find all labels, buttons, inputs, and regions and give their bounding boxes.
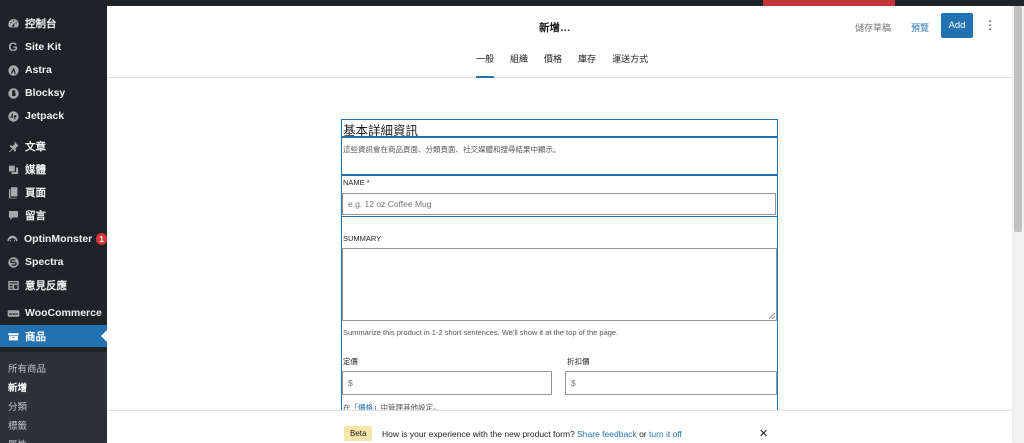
- preview-button[interactable]: 預覽: [911, 21, 929, 34]
- sidebar-item-label: 意見反應: [25, 279, 67, 292]
- name-label: NAME *: [343, 178, 370, 187]
- summary-help-text: Summarize this product in 1-2 short sent…: [343, 328, 619, 337]
- spectra-icon: [6, 255, 20, 269]
- page-icon: [6, 185, 20, 199]
- sidebar-item-feedback[interactable]: 意見反應: [0, 274, 107, 296]
- sidebar-item-label: 頁面: [25, 186, 46, 199]
- sidebar-item-comments[interactable]: 留言: [0, 204, 107, 226]
- regular-price-input[interactable]: $: [342, 371, 552, 395]
- media-icon: [6, 162, 20, 176]
- optinmonster-icon: [6, 232, 19, 246]
- more-options-icon[interactable]: ⋮: [984, 17, 996, 33]
- product-name-input[interactable]: [342, 193, 776, 215]
- tab-shipping[interactable]: 運送方式: [612, 52, 648, 78]
- sidebar-item-label: Blocksy: [25, 87, 66, 99]
- sidebar-item-optinmonster[interactable]: OptinMonster 1: [0, 228, 107, 250]
- google-g-icon: G: [8, 40, 18, 54]
- comment-icon: [6, 208, 20, 222]
- sidebar-item-posts[interactable]: 文章: [0, 135, 107, 157]
- jetpack-icon: [6, 109, 20, 123]
- submenu-item-attributes[interactable]: 屬性: [8, 437, 27, 443]
- sale-price-label: 折扣價: [567, 357, 590, 366]
- tab-pricing[interactable]: 價格: [544, 52, 562, 78]
- sidebar-item-label: Spectra: [25, 256, 64, 268]
- summary-label: SUMMARY: [343, 234, 382, 243]
- basic-details-section: 基本詳細資訊 這些資訊會在商品頁面、分類頁面、社交媒體和搜尋結果中顯示。 NAM…: [341, 119, 778, 419]
- add-button[interactable]: Add: [941, 13, 973, 38]
- section-title: 基本詳細資訊: [343, 124, 419, 138]
- sidebar-item-label: WooCommerce: [25, 307, 102, 319]
- products-icon: [6, 329, 20, 343]
- sidebar-item-woocommerce[interactable]: woo WooCommerce: [0, 302, 107, 324]
- notice-or: or: [639, 429, 647, 439]
- products-submenu: 所有商品 新增 分類 標籤 屬性: [0, 352, 107, 443]
- sidebar-item-spectra[interactable]: Spectra: [0, 251, 107, 273]
- woo-icon: woo: [6, 306, 20, 320]
- sidebar-item-label: 商品: [25, 330, 46, 343]
- submenu-item-add-new[interactable]: 新增: [8, 380, 27, 394]
- sale-price-input[interactable]: $: [565, 371, 777, 395]
- submenu-item-categories[interactable]: 分類: [8, 399, 27, 413]
- active-indicator: [101, 330, 107, 342]
- sidebar-item-label: 媒體: [25, 163, 46, 176]
- astra-icon: [6, 63, 20, 77]
- resize-handle-icon[interactable]: [769, 313, 775, 319]
- product-tabs: 一般 組織 價格 庫存 運送方式: [476, 52, 664, 78]
- sidebar-item-label: 留言: [25, 209, 46, 222]
- sidebar-item-label: 文章: [25, 140, 46, 153]
- currency-symbol: $: [571, 378, 576, 388]
- sidebar-item-blocksy[interactable]: Blocksy: [0, 82, 107, 104]
- tab-inventory[interactable]: 庫存: [578, 52, 596, 78]
- feedback-notice: Beta How is your experience with the new…: [107, 410, 1012, 443]
- sidebar-item-label: Astra: [25, 64, 52, 76]
- sidebar-item-jetpack[interactable]: Jetpack: [0, 105, 107, 127]
- notification-badge: 1: [96, 233, 107, 245]
- tab-organization[interactable]: 組織: [510, 52, 528, 78]
- submenu-item-all-products[interactable]: 所有商品: [8, 361, 46, 375]
- beta-badge: Beta: [344, 426, 373, 441]
- sidebar-item-label: Jetpack: [25, 110, 65, 122]
- tab-general[interactable]: 一般: [476, 52, 495, 78]
- page-scrollbar[interactable]: [1012, 6, 1024, 443]
- turn-off-link[interactable]: turn it off: [649, 429, 682, 439]
- sidebar-item-label: Site Kit: [25, 41, 62, 53]
- admin-sidebar: 控制台 G Site Kit Astra Blocksy Jetpack 文章 …: [0, 6, 107, 443]
- section-description: 這些資訊會在商品頁面、分類頁面、社交媒體和搜尋結果中顯示。: [343, 145, 561, 154]
- sidebar-item-label: 控制台: [25, 17, 57, 30]
- close-icon[interactable]: ✕: [759, 427, 768, 440]
- feedback-icon: [6, 278, 20, 292]
- sidebar-item-products[interactable]: 商品: [0, 325, 107, 347]
- summary-textarea[interactable]: [342, 248, 777, 321]
- notice-text: How is your experience with the new prod…: [382, 429, 682, 439]
- currency-symbol: $: [348, 378, 353, 388]
- svg-text:woo: woo: [9, 311, 18, 316]
- regular-price-label: 定價: [343, 357, 358, 366]
- scrollbar-thumb[interactable]: [1014, 6, 1022, 232]
- pin-icon: [6, 139, 20, 153]
- product-editor-header: 新增… 儲存草稿 預覽 Add ⋮ 一般 組織 價格 庫存 運送方式: [107, 6, 1012, 78]
- sidebar-item-site-kit[interactable]: G Site Kit: [0, 36, 107, 58]
- sidebar-item-label: OptinMonster: [24, 233, 93, 245]
- dashboard-icon: [6, 16, 20, 30]
- share-feedback-link[interactable]: Share feedback: [577, 429, 637, 439]
- save-draft-button[interactable]: 儲存草稿: [855, 21, 891, 34]
- page-title: 新增…: [539, 22, 571, 34]
- submenu-item-tags[interactable]: 標籤: [8, 418, 27, 432]
- sidebar-item-astra[interactable]: Astra: [0, 59, 107, 81]
- sidebar-item-media[interactable]: 媒體: [0, 158, 107, 180]
- sidebar-item-dashboard[interactable]: 控制台: [0, 12, 107, 34]
- blocksy-icon: [6, 86, 20, 100]
- section-desc-outline: [341, 137, 778, 175]
- notice-message: How is your experience with the new prod…: [382, 429, 575, 439]
- sidebar-item-pages[interactable]: 頁面: [0, 181, 107, 203]
